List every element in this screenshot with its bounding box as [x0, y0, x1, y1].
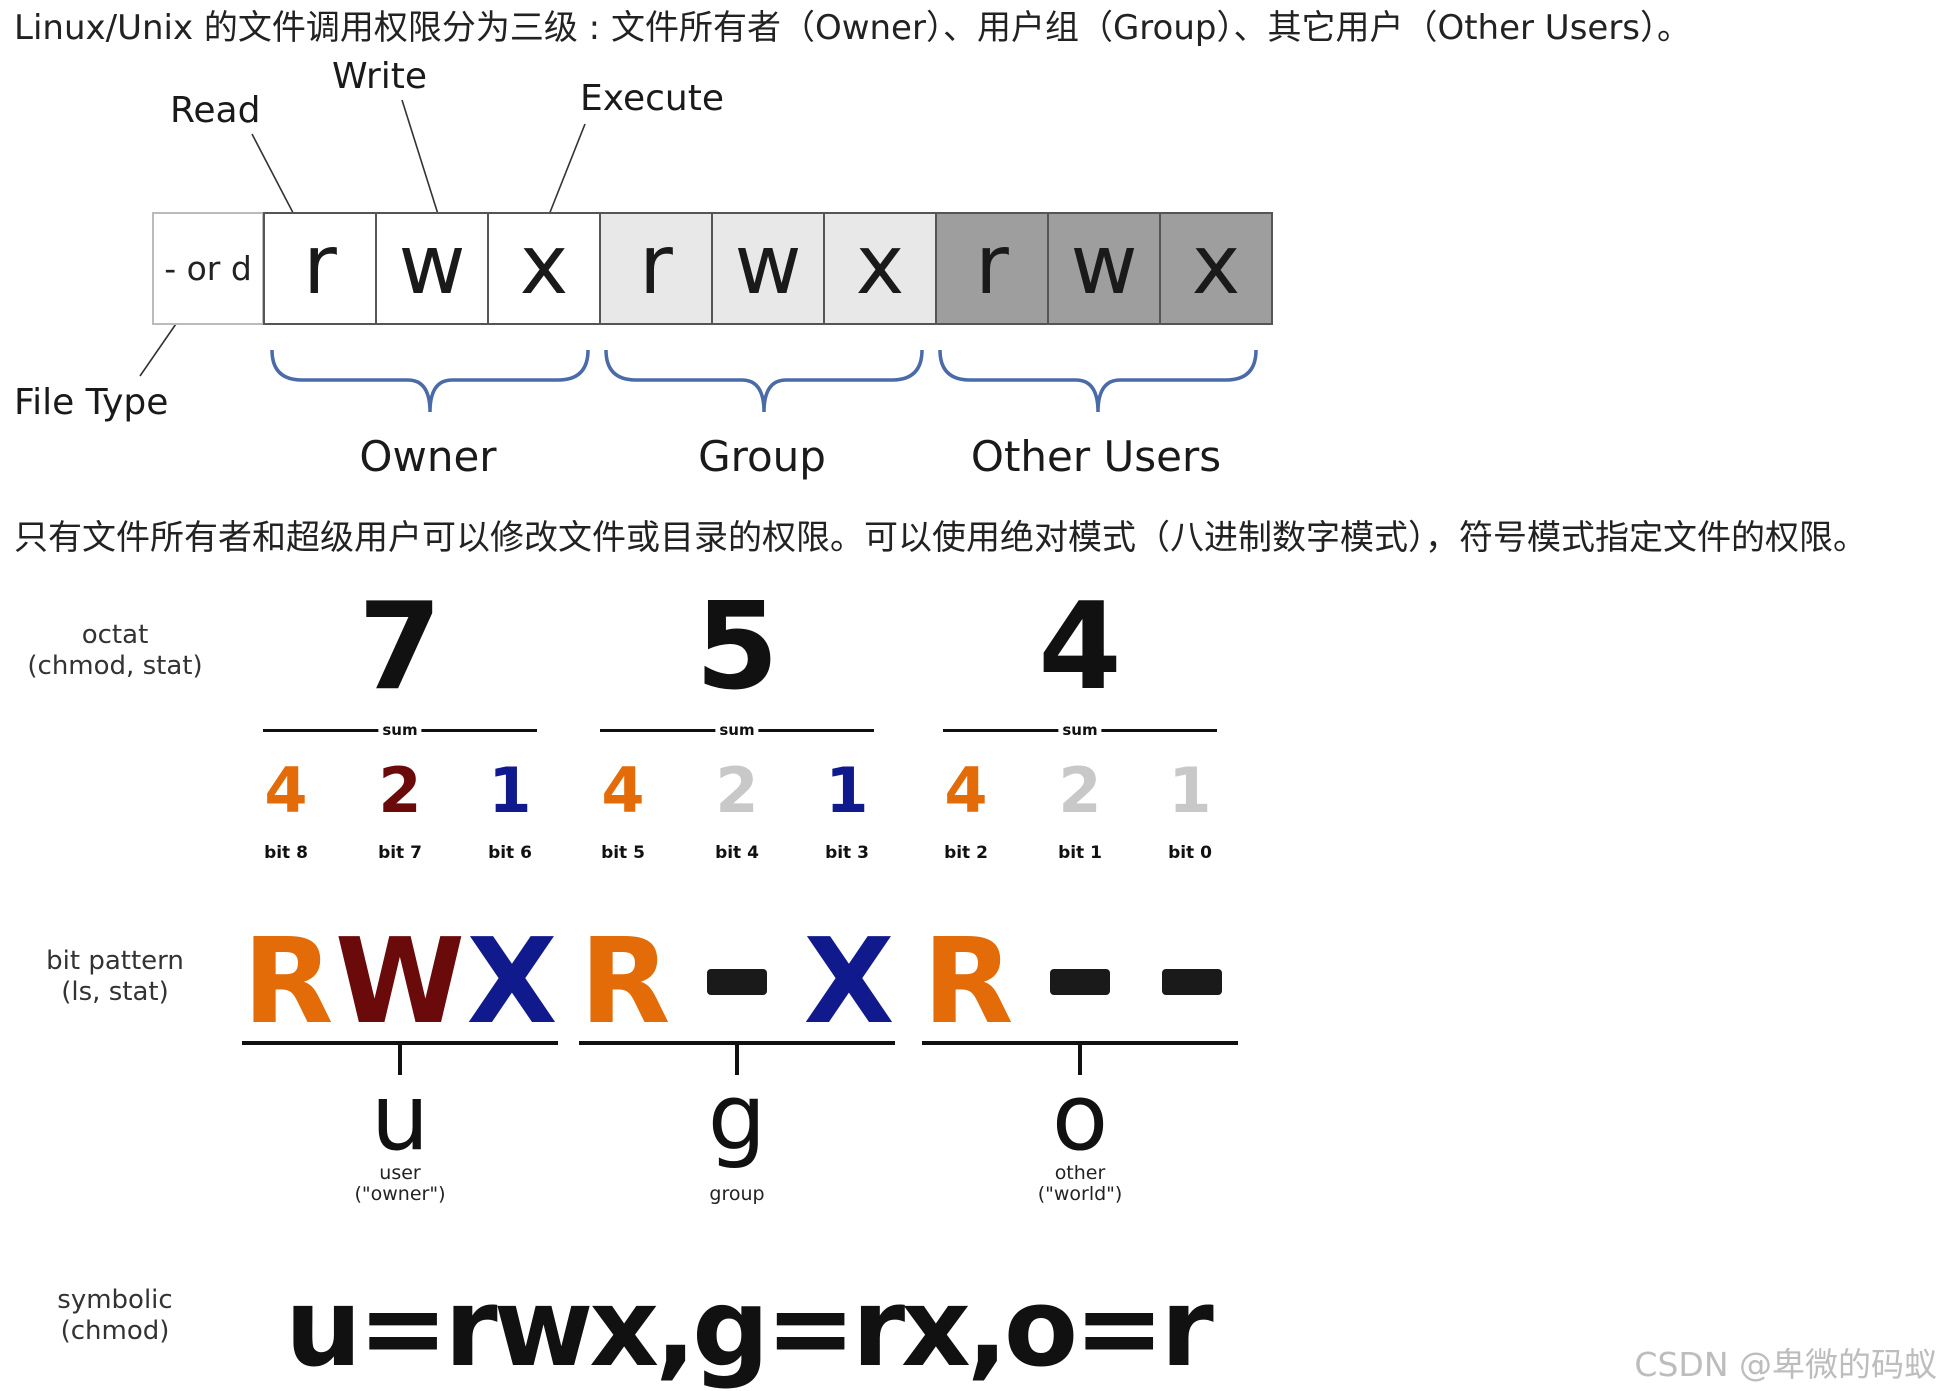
bit-pattern-char: W — [334, 912, 466, 1050]
permission-cell-r: r — [599, 212, 713, 325]
write-label: Write — [332, 56, 428, 97]
bit-label: bit 6 — [488, 843, 532, 863]
bit-label: bit 7 — [378, 843, 422, 863]
permission-cell-w: w — [375, 212, 489, 325]
who-letter: o — [1051, 1064, 1109, 1171]
octat-row-label: octat (chmod, stat) — [0, 620, 230, 682]
octat-row-label-line1: octat — [81, 620, 149, 650]
permission-cell-x: x — [823, 212, 937, 325]
octal-digit: 4 — [1038, 578, 1122, 717]
octal-digit: 5 — [695, 578, 779, 717]
permission-cell-x: x — [487, 212, 601, 325]
symbolic-row-label-line2: (chmod) — [60, 1316, 170, 1346]
who-sublabel-line: user — [379, 1162, 421, 1184]
who-letter: u — [370, 1064, 430, 1171]
file-type-cell: - or d — [152, 212, 264, 325]
permission-char: r — [303, 217, 337, 313]
permission-char: w — [734, 217, 802, 313]
symbolic-notation: u=rwx,g=rx,o=r — [285, 1266, 1214, 1391]
permission-char: w — [1070, 217, 1138, 313]
permission-char: x — [855, 217, 905, 313]
bit-label: bit 3 — [825, 843, 869, 863]
bit-label: bit 0 — [1168, 843, 1212, 863]
read-label: Read — [170, 90, 261, 131]
file-type-cell-text: - or d — [164, 249, 252, 288]
bit-pattern-dash — [707, 969, 767, 995]
bit-label: bit 1 — [1058, 843, 1102, 863]
bit-pattern-char: R — [579, 912, 671, 1050]
permission-cell-w: w — [711, 212, 825, 325]
sum-label: sum — [1058, 721, 1102, 739]
sum-label: sum — [715, 721, 759, 739]
group-label: Group — [698, 432, 826, 481]
group-brace — [938, 349, 1258, 413]
bit-pattern-dash — [1162, 969, 1222, 995]
bit-value: 1 — [488, 754, 532, 827]
bit-value: 4 — [944, 754, 988, 827]
bit-pattern-char: X — [803, 912, 895, 1050]
watermark: CSDN @卑微的码蚁 — [1634, 1345, 1937, 1384]
symbolic-row-label-line1: symbolic — [57, 1285, 173, 1315]
permission-char: r — [975, 217, 1009, 313]
symbolic-row-label: symbolic (chmod) — [0, 1285, 230, 1347]
permission-cell-w: w — [1047, 212, 1161, 325]
bit-value: 1 — [1168, 754, 1212, 827]
group-brace — [604, 349, 924, 413]
group-brace — [270, 349, 590, 413]
execute-label: Execute — [580, 78, 724, 119]
who-sublabel-line: ("world") — [1037, 1183, 1123, 1205]
bit-value: 2 — [1058, 754, 1102, 827]
who-letter: g — [707, 1064, 767, 1171]
octal-digit: 7 — [358, 578, 442, 717]
bit-value: 2 — [378, 754, 422, 827]
permission-char: r — [639, 217, 673, 313]
permission-cell-x: x — [1159, 212, 1273, 325]
write-connector-line — [401, 99, 444, 231]
group-label: Owner — [359, 432, 497, 481]
bit-label: bit 5 — [601, 843, 645, 863]
permission-char: x — [519, 217, 569, 313]
who-sublabel-line: ("owner") — [354, 1183, 446, 1205]
bit-pattern-char: R — [242, 912, 334, 1050]
permission-char: x — [1191, 217, 1241, 313]
who-sublabel: other ("world") — [1038, 1163, 1123, 1205]
group-label: Other Users — [970, 432, 1222, 481]
middle-text: 只有文件所有者和超级用户可以修改文件或目录的权限。可以使用绝对模式（八进制数字模… — [14, 518, 1867, 558]
sum-label: sum — [378, 721, 422, 739]
file-type-label: File Type — [14, 382, 169, 423]
bit-pattern-row-label: bit pattern (ls, stat) — [0, 946, 230, 1008]
bit-value: 2 — [715, 754, 759, 827]
bit-pattern-char: R — [922, 912, 1014, 1050]
who-sublabel-line: group — [709, 1183, 765, 1205]
bit-value: 4 — [601, 754, 645, 827]
who-sublabel: group — [709, 1184, 764, 1205]
permission-cell-r: r — [263, 212, 377, 325]
bit-pattern-row-label-line1: bit pattern — [46, 946, 184, 976]
who-sublabel-line: other — [1054, 1162, 1106, 1184]
bit-label: bit 2 — [944, 843, 988, 863]
bit-value: 1 — [825, 754, 869, 827]
octat-row-label-line2: (chmod, stat) — [27, 651, 203, 681]
bit-label: bit 8 — [264, 843, 308, 863]
bit-pattern-row-label-line2: (ls, stat) — [61, 977, 169, 1007]
bit-pattern-dash — [1050, 969, 1110, 995]
bit-value: 4 — [264, 754, 308, 827]
who-sublabel: user ("owner") — [354, 1163, 445, 1205]
permission-char: w — [398, 217, 466, 313]
bit-pattern-char: X — [466, 912, 558, 1050]
permission-cell-r: r — [935, 212, 1049, 325]
bit-label: bit 4 — [715, 843, 759, 863]
